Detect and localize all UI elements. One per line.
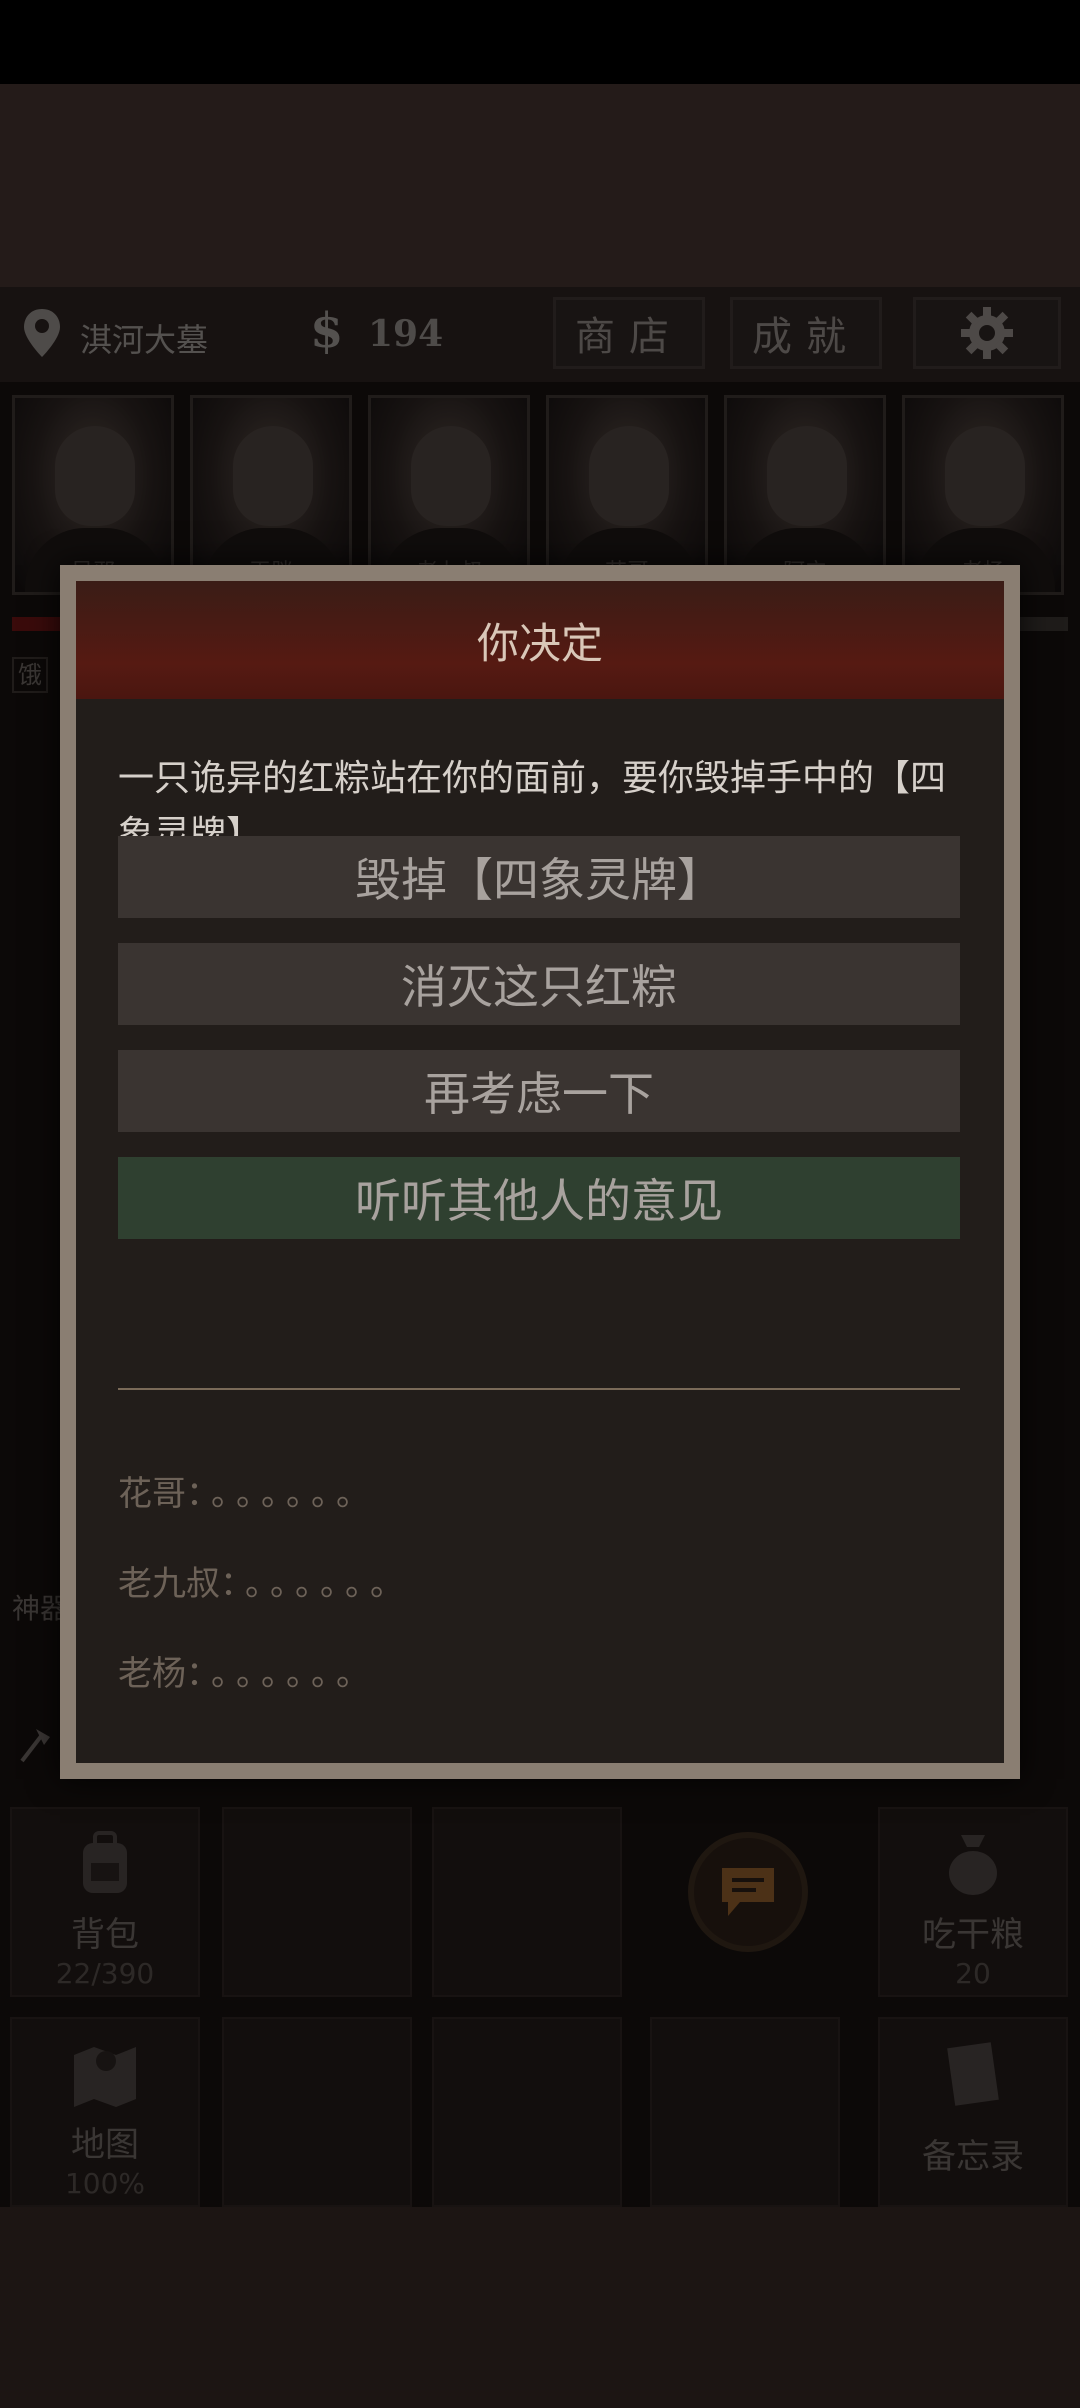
opinion-text: 。。。。。。 [245, 1564, 412, 1604]
opinion-speaker: 花哥： [118, 1474, 203, 1514]
dialog-title: 你决定 [76, 581, 1004, 699]
choice-reconsider[interactable]: 再考虑一下 [118, 1050, 960, 1132]
opinion-speaker: 老杨： [118, 1654, 203, 1694]
opinion-line: 花哥：。。。。。。 [118, 1466, 378, 1515]
dialog-divider [118, 1388, 960, 1390]
opinion-line: 老九叔：。。。。。。 [118, 1556, 412, 1605]
top-spacer [0, 84, 1080, 287]
decision-dialog: 你决定 一只诡异的红粽站在你的面前，要你毁掉手中的【四象灵牌】 毁掉【四象灵牌】… [60, 565, 1020, 1779]
opinion-speaker: 老九叔： [118, 1564, 237, 1604]
bottom-spacer [0, 2207, 1080, 2408]
choice-destroy-tablet[interactable]: 毁掉【四象灵牌】 [118, 836, 960, 918]
choice-ask-others[interactable]: 听听其他人的意见 [118, 1157, 960, 1239]
choice-destroy-zombie[interactable]: 消灭这只红粽 [118, 943, 960, 1025]
status-bar [0, 0, 1080, 84]
opinion-line: 老杨：。。。。。。 [118, 1646, 378, 1695]
opinion-text: 。。。。。。 [211, 1654, 378, 1694]
dialog-body: 你决定 一只诡异的红粽站在你的面前，要你毁掉手中的【四象灵牌】 毁掉【四象灵牌】… [76, 581, 1004, 1763]
game-screen: 淇河大墓 $ 194 商店 成就 饿 神器 背包 22/390 吃干粮 20 地… [0, 287, 1080, 2207]
opinion-text: 。。。。。。 [211, 1474, 378, 1514]
